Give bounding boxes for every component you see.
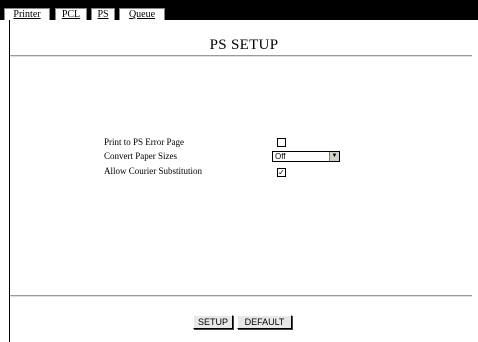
tab-queue[interactable]: Queue xyxy=(119,8,165,20)
title-divider xyxy=(10,55,472,57)
error-page-checkbox[interactable] xyxy=(277,138,286,147)
frame-border xyxy=(9,20,10,342)
footer-divider xyxy=(10,295,472,297)
tab-bar: Printer PCL PS Queue xyxy=(0,0,478,20)
paper-sizes-select[interactable]: Off ▼ xyxy=(272,151,340,162)
tab-pcl[interactable]: PCL xyxy=(55,8,87,20)
tab-ps[interactable]: PS xyxy=(91,8,115,20)
paper-sizes-label: Convert Paper Sizes xyxy=(104,151,177,161)
setup-button[interactable]: SETUP xyxy=(193,315,233,329)
paper-sizes-value: Off xyxy=(275,152,286,161)
error-page-label: Print to PS Error Page xyxy=(104,137,184,147)
courier-checkbox[interactable]: ✓ xyxy=(277,168,286,177)
chevron-down-icon[interactable]: ▼ xyxy=(329,152,339,161)
default-button[interactable]: DEFAULT xyxy=(237,315,292,329)
page-title: PS SETUP xyxy=(209,37,279,53)
tab-printer[interactable]: Printer xyxy=(4,8,50,20)
courier-label: Allow Courier Substitution xyxy=(104,166,203,176)
